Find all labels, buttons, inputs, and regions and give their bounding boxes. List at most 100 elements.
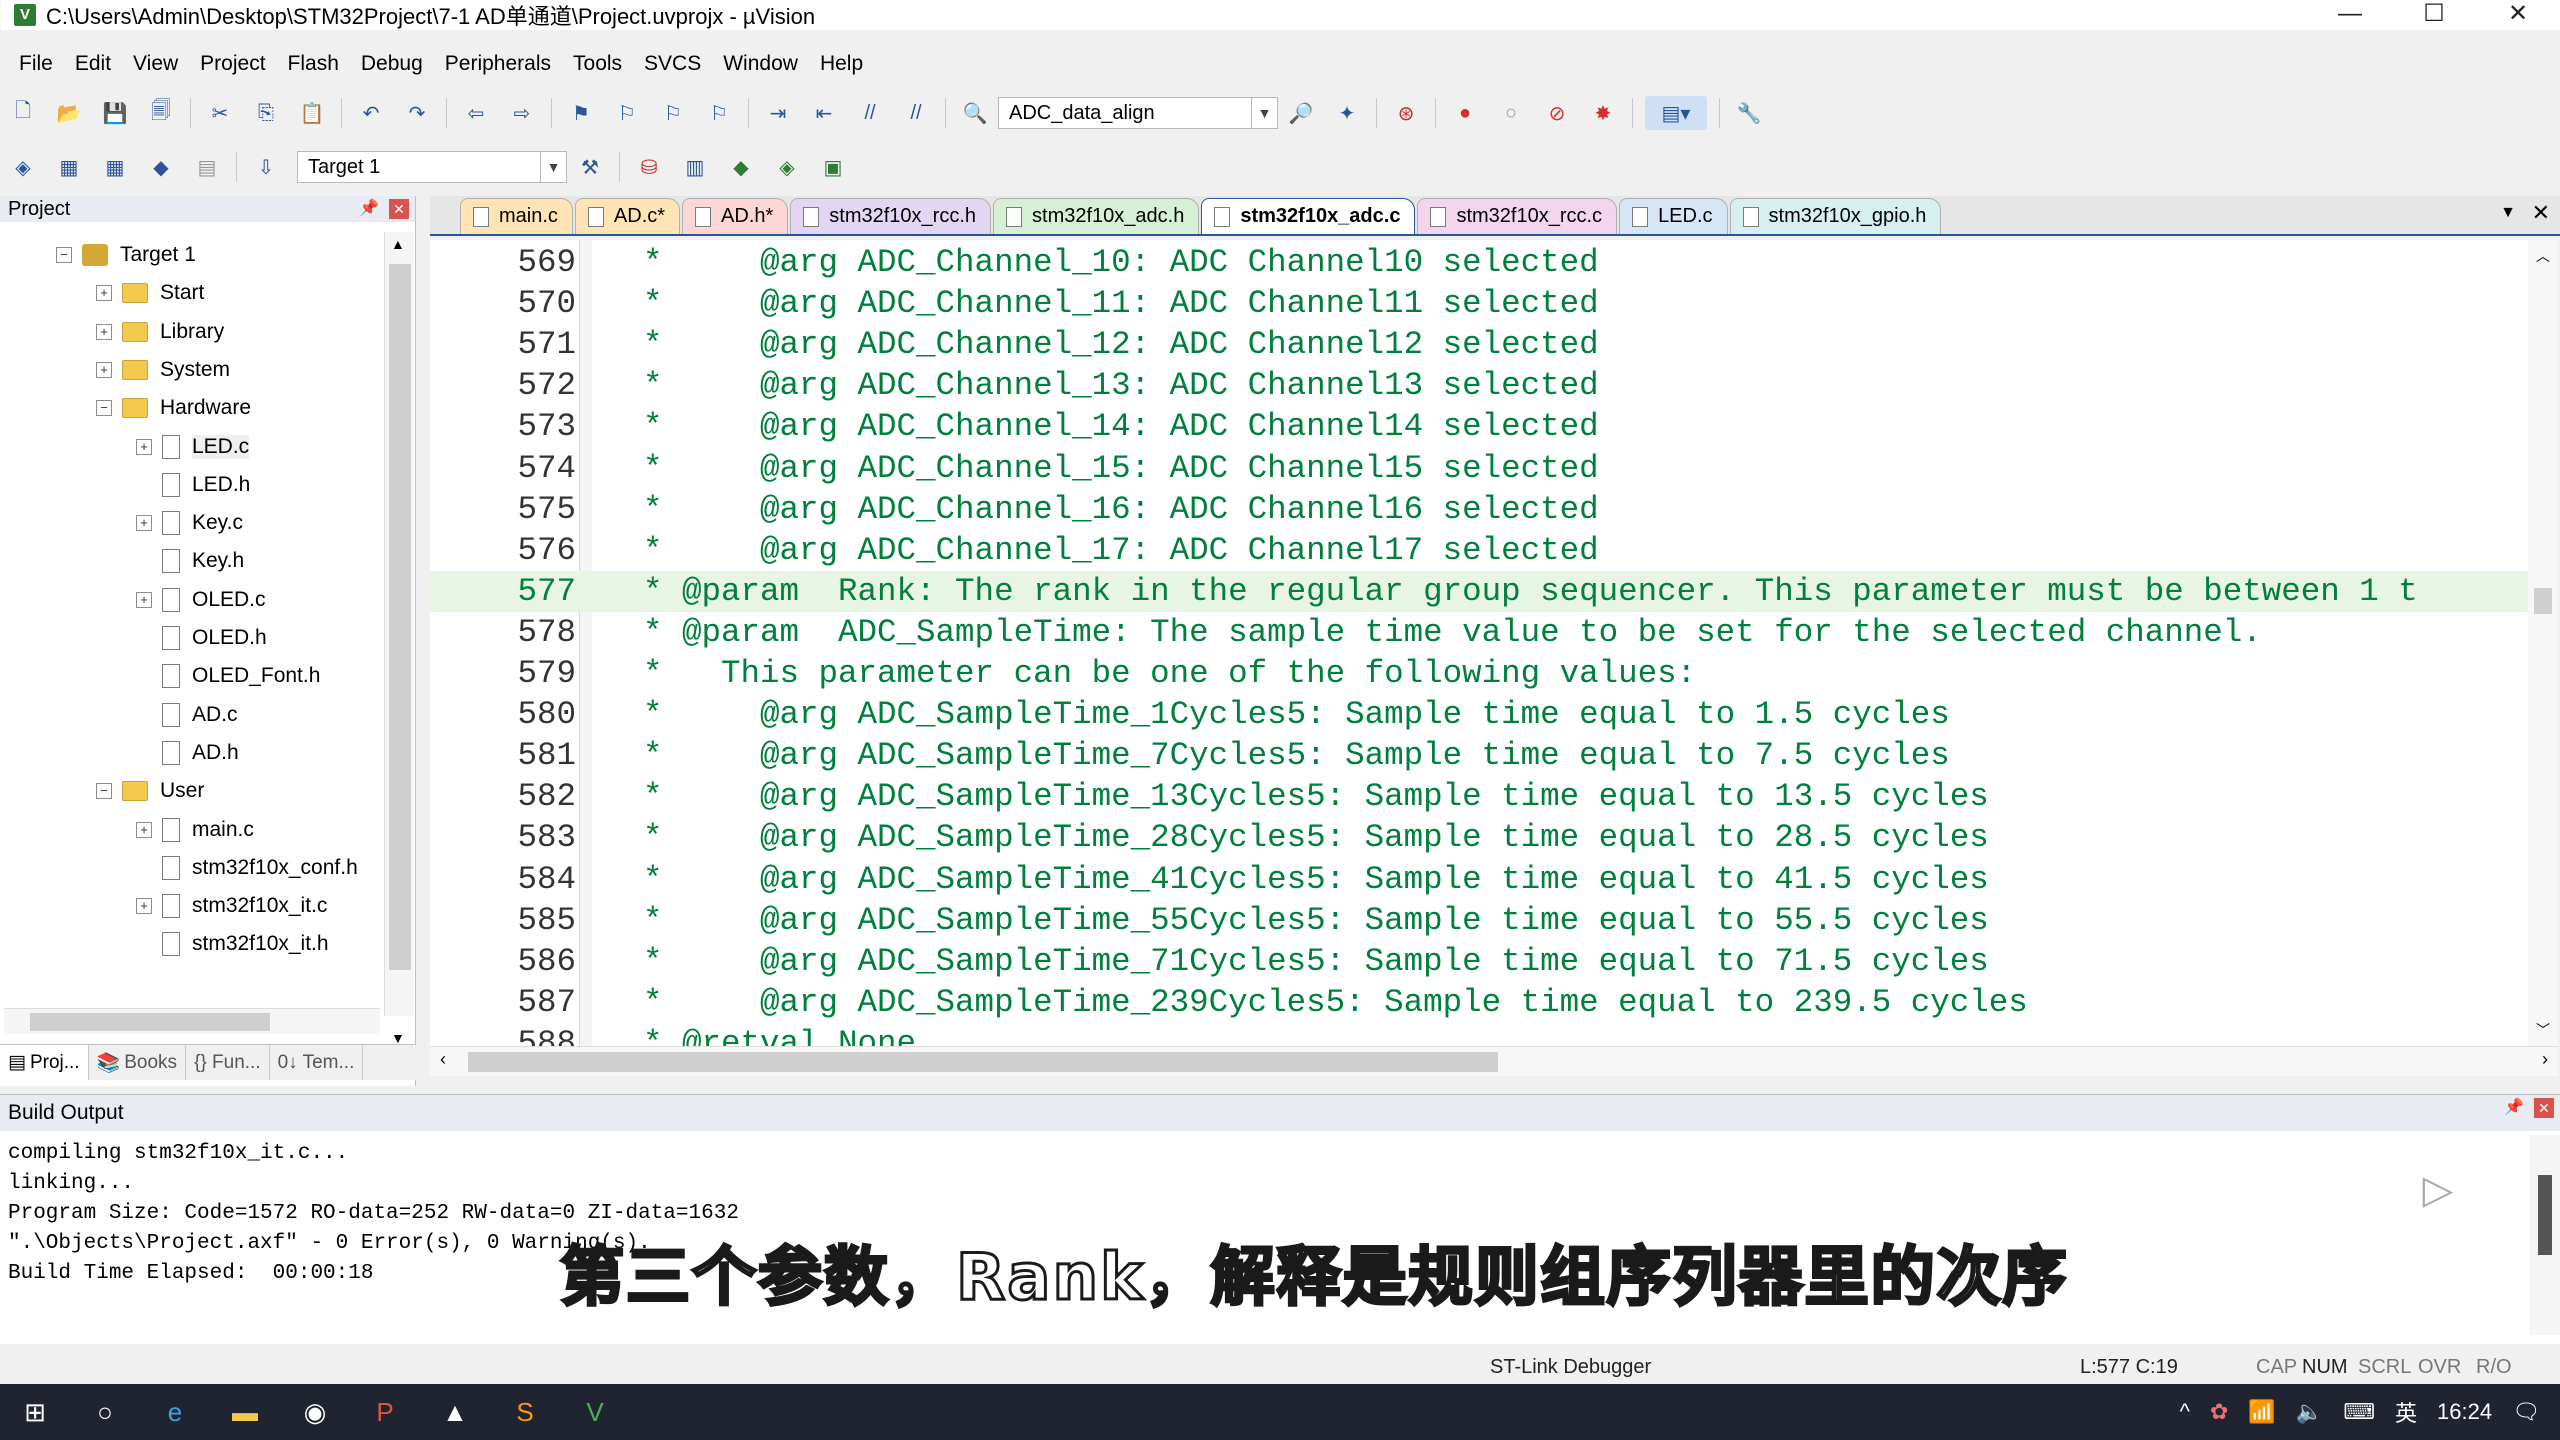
photos-icon[interactable]: ▲ xyxy=(435,1392,475,1432)
copy-icon[interactable]: ⎘ xyxy=(249,96,283,130)
tab-functions[interactable]: {} Fun... xyxy=(186,1045,270,1080)
menu-tools[interactable]: Tools xyxy=(562,52,633,76)
tab-books[interactable]: 📚 Books xyxy=(89,1045,187,1080)
expand-icon[interactable]: + xyxy=(136,438,152,455)
menu-window[interactable]: Window xyxy=(712,52,809,76)
open-file-icon[interactable]: 📂 xyxy=(52,96,86,130)
scrollbar-thumb[interactable] xyxy=(2534,588,2552,614)
manage-project-items-icon[interactable]: ⛁ xyxy=(632,150,666,184)
paste-icon[interactable]: 📋 xyxy=(295,96,329,130)
menu-debug[interactable]: Debug xyxy=(350,52,434,76)
video-play-icon[interactable]: ▷ xyxy=(2388,1150,2488,1230)
code-line[interactable]: 582 * @arg ADC_SampleTime_13Cycles5: Sam… xyxy=(430,776,2530,817)
sublime-text-icon[interactable]: S xyxy=(505,1392,545,1432)
windows-start-icon[interactable]: ⊞ xyxy=(15,1392,55,1432)
code-line[interactable]: 578 * @param ADC_SampleTime: The sample … xyxy=(430,612,2530,653)
editor-tab[interactable]: stm32f10x_rcc.h xyxy=(790,198,992,234)
expand-icon[interactable]: + xyxy=(96,323,112,340)
pin-icon[interactable]: 📌 xyxy=(2504,1097,2524,1117)
pack-installer-icon[interactable]: ▣ xyxy=(816,150,850,184)
find-in-files-icon[interactable]: 🔍 xyxy=(958,96,992,130)
chevron-down-icon[interactable]: ▼ xyxy=(1251,98,1277,128)
download-icon[interactable]: ⇩ xyxy=(249,150,283,184)
menu-edit[interactable]: Edit xyxy=(64,52,122,76)
editor-tab[interactable]: LED.c xyxy=(1619,198,1728,234)
disable-all-breakpoints-icon[interactable]: ⊘ xyxy=(1540,96,1574,130)
tree-item[interactable]: − Target 1 xyxy=(56,238,196,272)
navigate-forward-icon[interactable]: ⇨ xyxy=(505,96,539,130)
menu-peripherals[interactable]: Peripherals xyxy=(434,52,562,76)
collapse-icon[interactable]: − xyxy=(96,783,112,800)
tree-item[interactable]: Key.h xyxy=(136,544,244,578)
expand-icon[interactable]: + xyxy=(136,898,152,915)
code-line[interactable]: 573 * @arg ADC_Channel_14: ADC Channel14… xyxy=(430,406,2530,447)
camera-app-icon[interactable]: ◉ xyxy=(295,1392,335,1432)
tree-item[interactable]: + OLED.c xyxy=(136,583,266,617)
menu-view[interactable]: View xyxy=(122,52,189,76)
configure-wrench-icon[interactable]: 🔧 xyxy=(1732,96,1766,130)
scrollbar-thumb[interactable] xyxy=(389,264,411,970)
code-line[interactable]: 583 * @arg ADC_SampleTime_28Cycles5: Sam… xyxy=(430,817,2530,858)
uvision-taskbar-icon[interactable]: V xyxy=(575,1392,615,1432)
redo-icon[interactable]: ↷ xyxy=(400,96,434,130)
find-combo[interactable]: ADC_data_align ▼ xyxy=(998,97,1278,129)
rebuild-icon[interactable]: ▦ xyxy=(98,150,132,184)
expand-icon[interactable]: + xyxy=(136,515,152,532)
search-icon[interactable]: ○ xyxy=(85,1392,125,1432)
disable-breakpoint-icon[interactable]: ○ xyxy=(1494,96,1528,130)
target-options-icon[interactable]: ⚒ xyxy=(573,150,607,184)
network-icon[interactable]: 📶 xyxy=(2248,1399,2275,1425)
editor-tab[interactable]: stm32f10x_adc.c xyxy=(1201,198,1416,234)
code-editor[interactable]: 569 * @arg ADC_Channel_10: ADC Channel10… xyxy=(430,240,2558,1046)
bookmark-icon[interactable]: ⚑ xyxy=(564,96,598,130)
next-bookmark-icon[interactable]: ⚐ xyxy=(656,96,690,130)
menu-flash[interactable]: Flash xyxy=(277,52,350,76)
minimize-button[interactable]: — xyxy=(2308,0,2392,30)
tree-item[interactable]: − Hardware xyxy=(96,391,251,425)
comment-icon[interactable]: // xyxy=(853,96,887,130)
scroll-up-icon[interactable]: ▲ xyxy=(391,236,405,252)
expand-icon[interactable]: + xyxy=(136,591,152,608)
navigate-back-icon[interactable]: ⇦ xyxy=(459,96,493,130)
tree-item[interactable]: − User xyxy=(96,774,204,808)
build-output-scrollbar[interactable] xyxy=(2530,1135,2560,1335)
pin-icon[interactable]: 📌 xyxy=(359,198,379,218)
tree-item[interactable]: AD.c xyxy=(136,698,238,732)
window-layout-icon[interactable]: ▤▾ xyxy=(1645,96,1707,130)
menu-file[interactable]: File xyxy=(8,52,64,76)
stop-build-icon[interactable]: ▤ xyxy=(190,150,224,184)
code-line[interactable]: 585 * @arg ADC_SampleTime_55Cycles5: Sam… xyxy=(430,900,2530,941)
file-explorer-icon[interactable]: ▬ xyxy=(225,1392,265,1432)
expand-icon[interactable]: + xyxy=(136,821,152,838)
scroll-left-icon[interactable]: ‹ xyxy=(440,1049,446,1070)
save-all-icon[interactable]: 🗐 xyxy=(144,96,178,130)
debug-session-icon[interactable]: ⊛ xyxy=(1389,96,1423,130)
menu-help[interactable]: Help xyxy=(809,52,874,76)
manage-rte-icon[interactable]: ◈ xyxy=(770,150,804,184)
batch-build-icon[interactable]: ◆ xyxy=(144,150,178,184)
tree-item[interactable]: + Library xyxy=(96,315,224,349)
close-icon[interactable]: ✕ xyxy=(2534,1098,2554,1118)
code-line[interactable]: 584 * @arg ADC_SampleTime_41Cycles5: Sam… xyxy=(430,859,2530,900)
code-line[interactable]: 574 * @arg ADC_Channel_15: ADC Channel15… xyxy=(430,448,2530,489)
tree-item[interactable]: + Start xyxy=(96,276,204,310)
code-line[interactable]: 572 * @arg ADC_Channel_13: ADC Channel13… xyxy=(430,365,2530,406)
undo-icon[interactable]: ↶ xyxy=(354,96,388,130)
close-button[interactable]: ✕ xyxy=(2476,0,2560,30)
code-line[interactable]: 581 * @arg ADC_SampleTime_7Cycles5: Samp… xyxy=(430,735,2530,776)
expand-icon[interactable]: + xyxy=(96,285,112,302)
code-line[interactable]: 580 * @arg ADC_SampleTime_1Cycles5: Samp… xyxy=(430,694,2530,735)
breakpoint-icon[interactable]: ● xyxy=(1448,96,1482,130)
powerpoint-icon[interactable]: P xyxy=(365,1392,405,1432)
code-line[interactable]: 577 * @param Rank: The rank in the regul… xyxy=(430,570,2530,612)
code-line[interactable]: 587 * @arg ADC_SampleTime_239Cycles5: Sa… xyxy=(430,982,2530,1023)
editor-vertical-scrollbar[interactable]: ︿ ﹀ xyxy=(2528,240,2558,1046)
target-combo[interactable]: Target 1 ▼ xyxy=(297,151,567,183)
notification-icon[interactable]: 🗨 xyxy=(2512,1399,2540,1425)
code-line[interactable]: 586 * @arg ADC_SampleTime_71Cycles5: Sam… xyxy=(430,941,2530,982)
code-line[interactable]: 579 * This parameter can be one of the f… xyxy=(430,653,2530,694)
tree-item[interactable]: stm32f10x_conf.h xyxy=(136,851,358,885)
file-extensions-icon[interactable]: ▥ xyxy=(678,150,712,184)
expand-icon[interactable]: + xyxy=(96,361,112,378)
save-icon[interactable]: 💾 xyxy=(98,96,132,130)
